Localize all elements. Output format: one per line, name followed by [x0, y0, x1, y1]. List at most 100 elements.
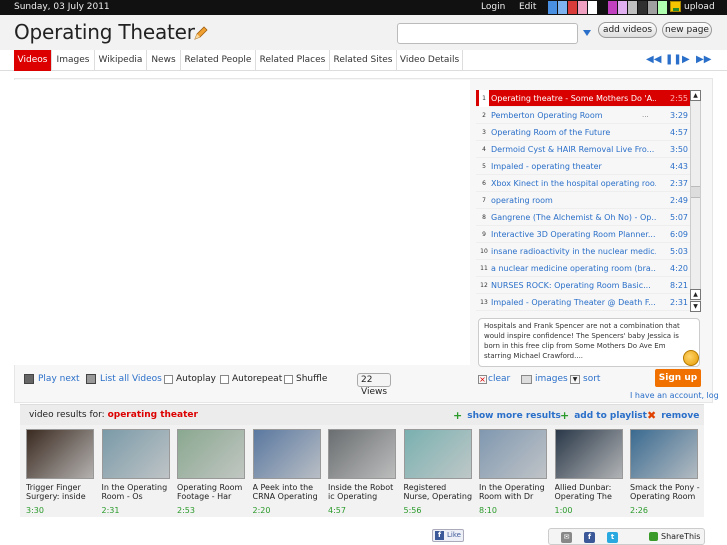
clear-button[interactable]: × clear [478, 374, 510, 384]
upload-button[interactable]: upload [670, 1, 715, 12]
tab-videos[interactable]: Videos [14, 50, 52, 71]
playlist-item[interactable]: 7 operating room 2:49 [476, 192, 690, 209]
scroll-down-icon[interactable]: ▼ [690, 301, 701, 312]
remove-button[interactable]: ✖ remove [647, 409, 699, 422]
color-swatch[interactable] [608, 1, 617, 14]
tab-wikipedia[interactable]: Wikipedia [95, 50, 147, 71]
video-thumbnail[interactable] [554, 429, 623, 479]
playlist-item[interactable]: 5 Impaled - operating theater 4:43 [476, 158, 690, 175]
color-swatch[interactable] [638, 1, 647, 14]
color-swatch[interactable] [578, 1, 587, 14]
playlist-item[interactable]: 3 Operating Room of the Future 4:57 [476, 124, 690, 141]
scroll-thumb[interactable] [691, 186, 700, 198]
playlist-item-title[interactable]: operating room [491, 192, 656, 209]
playlist-item[interactable]: 12 NURSES ROCK: Operating Room Basic... 8:… [476, 277, 690, 294]
video-result-card[interactable]: Smack the Pony - Operating Room 2:26 [630, 429, 700, 515]
video-result-card[interactable]: In the Operating Room with Dr 8:10 [479, 429, 549, 515]
scroll-up-icon[interactable]: ▲ [690, 90, 701, 101]
pause-icon[interactable]: ❚❚ [665, 54, 682, 65]
playlist-item-title[interactable]: Interactive 3D Operating Room Planner... [491, 226, 656, 243]
video-result-title[interactable]: In the Operating Room with Dr [479, 483, 549, 502]
playlist-item[interactable]: 11 a nuclear medicine operating room (bra… [476, 260, 690, 277]
video-result-title[interactable]: Trigger Finger Surgery: inside [26, 483, 96, 502]
video-thumbnail[interactable] [479, 429, 547, 479]
color-swatch[interactable] [588, 1, 597, 14]
video-thumbnail[interactable] [630, 429, 698, 479]
video-result-title[interactable]: In the Operating Room - Os [102, 483, 172, 502]
color-swatch[interactable] [648, 1, 657, 14]
playlist-item[interactable]: 2 Pemberton Operating Room... 3:29 [476, 107, 690, 124]
playlist-item[interactable]: 10 insane radioactivity in the nuclear me… [476, 243, 690, 260]
playlist-item[interactable]: 6 Xbox Kinect in the hospital operating r… [476, 175, 690, 192]
tab-related-sites[interactable]: Related Sites [330, 50, 397, 71]
video-thumbnail[interactable] [403, 429, 472, 479]
tab-related-places[interactable]: Related Places [256, 50, 330, 71]
twitter-icon[interactable]: t [607, 532, 618, 543]
color-swatch[interactable] [568, 1, 577, 14]
info-bubble-icon[interactable] [683, 350, 699, 366]
video-thumbnail[interactable] [26, 429, 94, 479]
video-result-card[interactable]: Operating Room Footage - Har 2:53 [177, 429, 247, 515]
playlist-item-title[interactable]: Impaled - operating theater [491, 158, 656, 175]
color-swatch[interactable] [598, 1, 607, 14]
video-thumbnail[interactable] [252, 429, 321, 479]
playlist-item[interactable]: 13 Impaled - Operating Theater @ Death F.… [476, 294, 690, 311]
video-result-title[interactable]: Registered Nurse, Operating [404, 483, 474, 502]
video-result-title[interactable]: Allied Dunbar: Operating The [555, 483, 625, 502]
playlist-item-title[interactable]: Dermoid Cyst & HAIR Removal Live Fro... [491, 141, 656, 158]
color-swatch[interactable] [558, 1, 567, 14]
video-result-title[interactable]: A Peek into the CRNA Operating [253, 483, 323, 502]
edit-link[interactable]: Edit [519, 2, 536, 12]
playlist-item[interactable]: 1 Operating theatre - Some Mothers Do 'A.… [476, 90, 690, 107]
playlist-item-title[interactable]: Operating Room of the Future [491, 124, 656, 141]
color-swatch[interactable] [628, 1, 637, 14]
video-thumbnail[interactable] [177, 429, 245, 479]
pencil-icon[interactable] [192, 25, 209, 42]
sharethis-button[interactable]: ShareThis [649, 532, 700, 541]
video-result-title[interactable]: Inside the Robot ic Operating [328, 483, 398, 502]
autoplay-check[interactable] [164, 374, 173, 384]
sort-dropdown[interactable]: ▼ sort [570, 374, 600, 384]
video-result-card[interactable]: Allied Dunbar: Operating The 1:00 [554, 429, 625, 515]
video-result-card[interactable]: In the Operating Room - Os 2:31 [101, 429, 172, 515]
tab-images[interactable]: Images [52, 50, 95, 71]
video-thumbnail[interactable] [328, 429, 396, 479]
playlist-item[interactable]: 9 Interactive 3D Operating Room Planner..… [476, 226, 690, 243]
playlist-item-title[interactable]: Xbox Kinect in the hospital operating ro… [491, 175, 656, 192]
playlist-scrollbar[interactable]: ▲ ▲ ▼ [690, 90, 701, 312]
color-swatch[interactable] [658, 1, 667, 14]
video-result-title[interactable]: Smack the Pony - Operating Room [630, 483, 700, 502]
show-more-results-button[interactable]: + show more results [453, 409, 561, 422]
play-icon[interactable]: ▶ [682, 54, 690, 65]
facebook-like-button[interactable]: f Like [432, 529, 464, 542]
shuffle-check[interactable] [284, 374, 293, 384]
playlist-item-title[interactable]: NURSES ROCK: Operating Room Basic... [491, 277, 656, 294]
autorepeat-check[interactable] [220, 374, 229, 384]
play-next-button[interactable]: Play next [24, 374, 80, 384]
search-dropdown-icon[interactable] [583, 30, 591, 36]
video-result-card[interactable]: Registered Nurse, Operating 5:56 [403, 429, 474, 515]
video-result-card[interactable]: A Peek into the CRNA Operating 2:20 [252, 429, 323, 515]
video-result-title[interactable]: Operating Room Footage - Har [177, 483, 247, 502]
shuffle-checkbox[interactable]: Shuffle [284, 374, 327, 384]
playlist-item[interactable]: 8 Gangrene (The Alchemist & Oh No) - Op..… [476, 209, 690, 226]
video-player[interactable] [14, 80, 470, 365]
email-icon[interactable]: ✉ [561, 532, 572, 543]
tab-video-details[interactable]: Video Details [397, 50, 463, 71]
tab-news[interactable]: News [147, 50, 181, 71]
autoplay-checkbox[interactable]: Autoplay [164, 374, 216, 384]
tab-related-people[interactable]: Related People [181, 50, 256, 71]
color-swatch[interactable] [618, 1, 627, 14]
video-thumbnail[interactable] [101, 429, 170, 479]
autorepeat-checkbox[interactable]: Autorepeat [220, 374, 282, 384]
playlist-item-title[interactable]: a nuclear medicine operating room (bra..… [491, 260, 656, 277]
playlist-item-title[interactable]: Impaled - Operating Theater @ Death F... [491, 294, 656, 311]
facebook-share-icon[interactable]: f [584, 532, 595, 543]
login-link[interactable]: Login [481, 2, 505, 12]
list-all-videos-button[interactable]: List all Videos [86, 374, 162, 384]
search-input[interactable] [397, 23, 578, 44]
fast-forward-icon[interactable]: ▶▶ [696, 54, 711, 65]
signup-button[interactable]: Sign up [655, 369, 701, 387]
new-page-button[interactable]: new page [662, 22, 712, 38]
color-swatch[interactable] [548, 1, 557, 14]
